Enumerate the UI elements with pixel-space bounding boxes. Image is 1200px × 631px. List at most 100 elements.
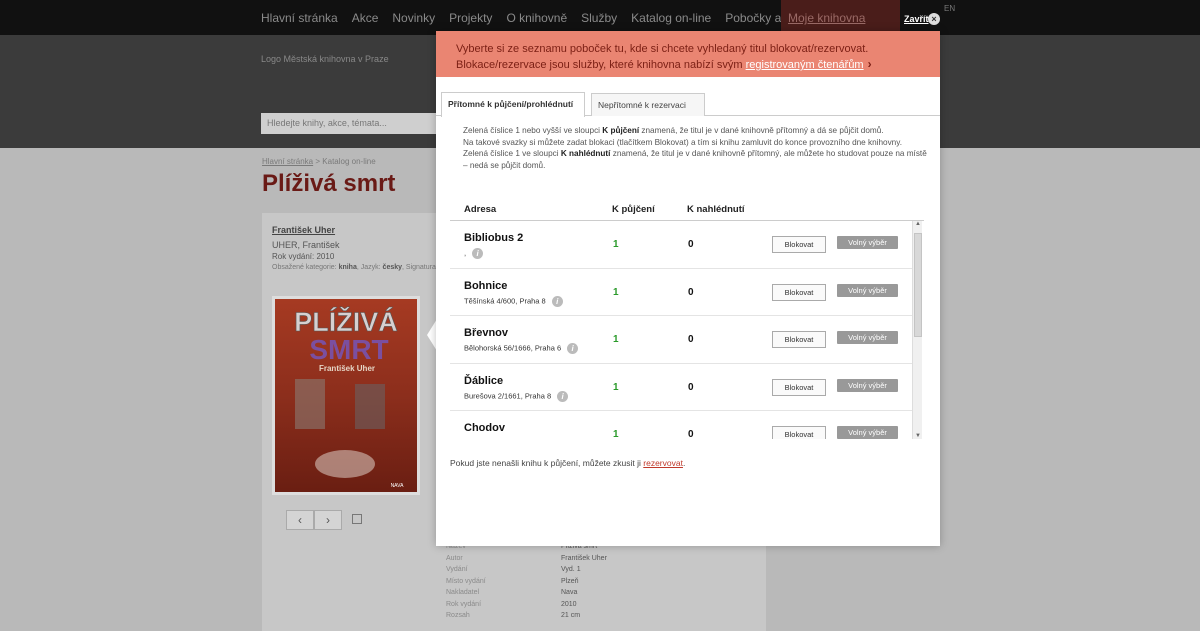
tab-absent[interactable]: Nepřítomné k rezervaci xyxy=(591,93,705,116)
search-input[interactable]: Hledejte knihy, akce, témata... xyxy=(261,113,441,134)
main-menu: Hlavní stránka Akce Novinky Projekty O k… xyxy=(261,11,843,25)
top-navigation: Hlavní stránka Akce Novinky Projekty O k… xyxy=(0,0,1200,35)
gallery-icon[interactable] xyxy=(352,514,362,524)
table-header: Adresa K půjčení K nahlédnutí xyxy=(450,201,924,221)
nav-item-novinky[interactable]: Novinky xyxy=(392,11,435,25)
nav-item-projekty[interactable]: Projekty xyxy=(449,11,492,25)
info-icon[interactable]: i xyxy=(551,295,563,307)
nav-item-hlavni[interactable]: Hlavní stránka xyxy=(261,11,338,25)
previous-button[interactable]: ‹ xyxy=(286,510,314,530)
scrollbar-thumb[interactable] xyxy=(914,233,922,337)
alert-line-1: Vyberte si ze seznamu poboček tu, kde si… xyxy=(456,43,869,55)
branch-table[interactable]: Bibliobus 2 ,i 1 0 Blokovat Volný výběr … xyxy=(450,221,924,439)
k-nahlednuti-count: 0 xyxy=(688,239,694,250)
cover-author: František Uher xyxy=(319,364,375,373)
table-scrollbar[interactable]: ▲ ▼ xyxy=(912,221,922,439)
volny-vyber-button[interactable]: Volný výběr xyxy=(837,236,898,249)
k-nahlednuti-count: 0 xyxy=(688,429,694,439)
scroll-down-icon[interactable]: ▼ xyxy=(913,433,923,439)
cover-title-line2: SMRT xyxy=(309,334,388,365)
branch-address: Těšínská 4/600, Praha 8i xyxy=(464,295,563,307)
close-icon[interactable]: × xyxy=(928,13,940,25)
reserve-link[interactable]: rezervovat xyxy=(643,458,683,468)
registered-readers-link[interactable]: registrovaným čtenářům xyxy=(746,59,864,71)
page-title: Plíživá smrt xyxy=(262,170,396,197)
k-pujceni-count: 1 xyxy=(613,429,619,439)
branch-address: Bělohorská 56/1666, Praha 6i xyxy=(464,343,579,354)
k-pujceni-count: 1 xyxy=(613,381,619,393)
info-icon[interactable]: i xyxy=(472,248,484,259)
book-cover-image: PLÍŽIVÁ SMRT František Uher NAVA xyxy=(272,296,420,495)
author-name: UHER, František xyxy=(272,240,340,250)
breadcrumb-current: Katalog on-line xyxy=(322,157,376,166)
moje-knihovna-tab[interactable]: Moje knihovna xyxy=(781,0,900,35)
cover-title-line1: PLÍŽIVÁ xyxy=(294,306,398,337)
k-pujceni-count: 1 xyxy=(613,239,619,250)
availability-info-text: Zelená číslice 1 nebo vyšší ve sloupci K… xyxy=(463,126,927,170)
alert-line-2: Blokace/rezervace jsou služby, které kni… xyxy=(456,57,872,71)
info-icon[interactable]: i xyxy=(567,343,579,354)
metadata-row: Nakladatel Nava xyxy=(446,589,578,596)
cover-pager: ‹ › xyxy=(286,510,362,530)
volny-vyber-button[interactable]: Volný výběr xyxy=(837,283,898,297)
table-row: Břevnov Bělohorská 56/1666, Praha 6i 1 0… xyxy=(450,316,912,364)
metadata-row: Vydání Vyd. 1 xyxy=(446,566,581,573)
branch-name: Ďáblice xyxy=(464,374,504,387)
nav-item-akce[interactable]: Akce xyxy=(352,11,379,25)
branch-name: Chodov xyxy=(464,422,505,434)
reservation-note: Pokud jste nenašli knihu k půjčení, může… xyxy=(450,458,686,468)
info-icon[interactable]: i xyxy=(557,390,569,402)
search-placeholder: Hledejte knihy, akce, témata... xyxy=(267,118,387,128)
k-pujceni-count: 1 xyxy=(613,286,619,298)
table-row: Ďáblice Burešova 2/1661, Praha 8i 1 0 Bl… xyxy=(450,364,912,411)
branch-availability-modal: Vyberte si ze seznamu poboček tu, kde si… xyxy=(436,31,940,546)
branch-address: ,i xyxy=(464,248,484,259)
metadata-row: Rok vydání 2010 xyxy=(446,600,577,608)
column-k-nahlednuti: K nahlédnutí xyxy=(687,204,745,215)
metadata-row: Autor František Uher xyxy=(446,554,607,562)
moje-knihovna-label: Moje knihovna xyxy=(788,11,866,25)
volny-vyber-button[interactable]: Volný výběr xyxy=(837,426,898,439)
branch-address: Burešova 2/1661, Praha 8i xyxy=(464,390,569,402)
blokovat-button[interactable]: Blokovat xyxy=(772,331,826,348)
author-link[interactable]: František Uher xyxy=(272,225,335,235)
close-modal-link[interactable]: Zavřít xyxy=(904,14,929,24)
table-row: Bibliobus 2 ,i 1 0 Blokovat Volný výběr xyxy=(450,221,912,269)
volny-vyber-button[interactable]: Volný výběr xyxy=(837,331,898,344)
metadata-row: Rozsah 21 cm xyxy=(446,612,581,619)
cover-publisher: NAVA xyxy=(391,483,405,489)
chevron-right-icon: › xyxy=(867,57,872,71)
breadcrumb-home[interactable]: Hlavní stránka xyxy=(262,157,313,166)
nav-item-katalog[interactable]: Katalog on-line xyxy=(631,11,711,25)
column-k-pujceni: K půjčení xyxy=(612,204,655,215)
volny-vyber-button[interactable]: Volný výběr xyxy=(837,378,898,392)
publication-year: Rok vydání: 2010 xyxy=(272,252,335,261)
book-metadata: Název Plíživá smrt Autor František Uher Vy… xyxy=(446,543,607,624)
site-logo[interactable]: Logo Městská knihovna v Praze xyxy=(261,54,389,64)
k-nahlednuti-count: 0 xyxy=(688,334,694,345)
breadcrumb: Hlavní stránka > Katalog on-line xyxy=(262,157,376,166)
next-button[interactable]: › xyxy=(314,510,342,530)
blokovat-button[interactable]: Blokovat xyxy=(772,426,826,439)
breadcrumb-separator: > xyxy=(315,157,321,166)
k-pujceni-count: 1 xyxy=(613,334,619,345)
alert-banner: Vyberte si ze seznamu poboček tu, kde si… xyxy=(436,31,940,77)
nav-item-sluzby[interactable]: Služby xyxy=(581,11,617,25)
table-row: Bohnice Těšínská 4/600, Praha 8i 1 0 Blo… xyxy=(450,269,912,316)
branch-name: Bibliobus 2 xyxy=(464,232,524,244)
language-switch[interactable]: EN xyxy=(944,4,955,13)
nav-item-o-knihovne[interactable]: O knihovně xyxy=(506,11,567,25)
branch-name: Bohnice xyxy=(464,279,508,292)
blokovat-button[interactable]: Blokovat xyxy=(772,283,826,301)
blokovat-button[interactable]: Blokovat xyxy=(772,378,826,396)
availability-tabs: Přítomné k půjčení/prohlédnutí Nepřítomn… xyxy=(436,92,940,117)
k-nahlednuti-count: 0 xyxy=(688,286,694,298)
column-address: Adresa xyxy=(464,204,497,215)
tab-present[interactable]: Přítomné k půjčení/prohlédnutí xyxy=(441,92,585,117)
branch-name: Břevnov xyxy=(464,327,509,339)
k-nahlednuti-count: 0 xyxy=(688,381,694,393)
scroll-up-icon[interactable]: ▲ xyxy=(913,221,923,227)
table-row: Chodov 1 0 Blokovat Volný výběr xyxy=(450,411,912,439)
blokovat-button[interactable]: Blokovat xyxy=(772,236,826,253)
metadata-row: Místo vydání Plzeň xyxy=(446,577,579,585)
